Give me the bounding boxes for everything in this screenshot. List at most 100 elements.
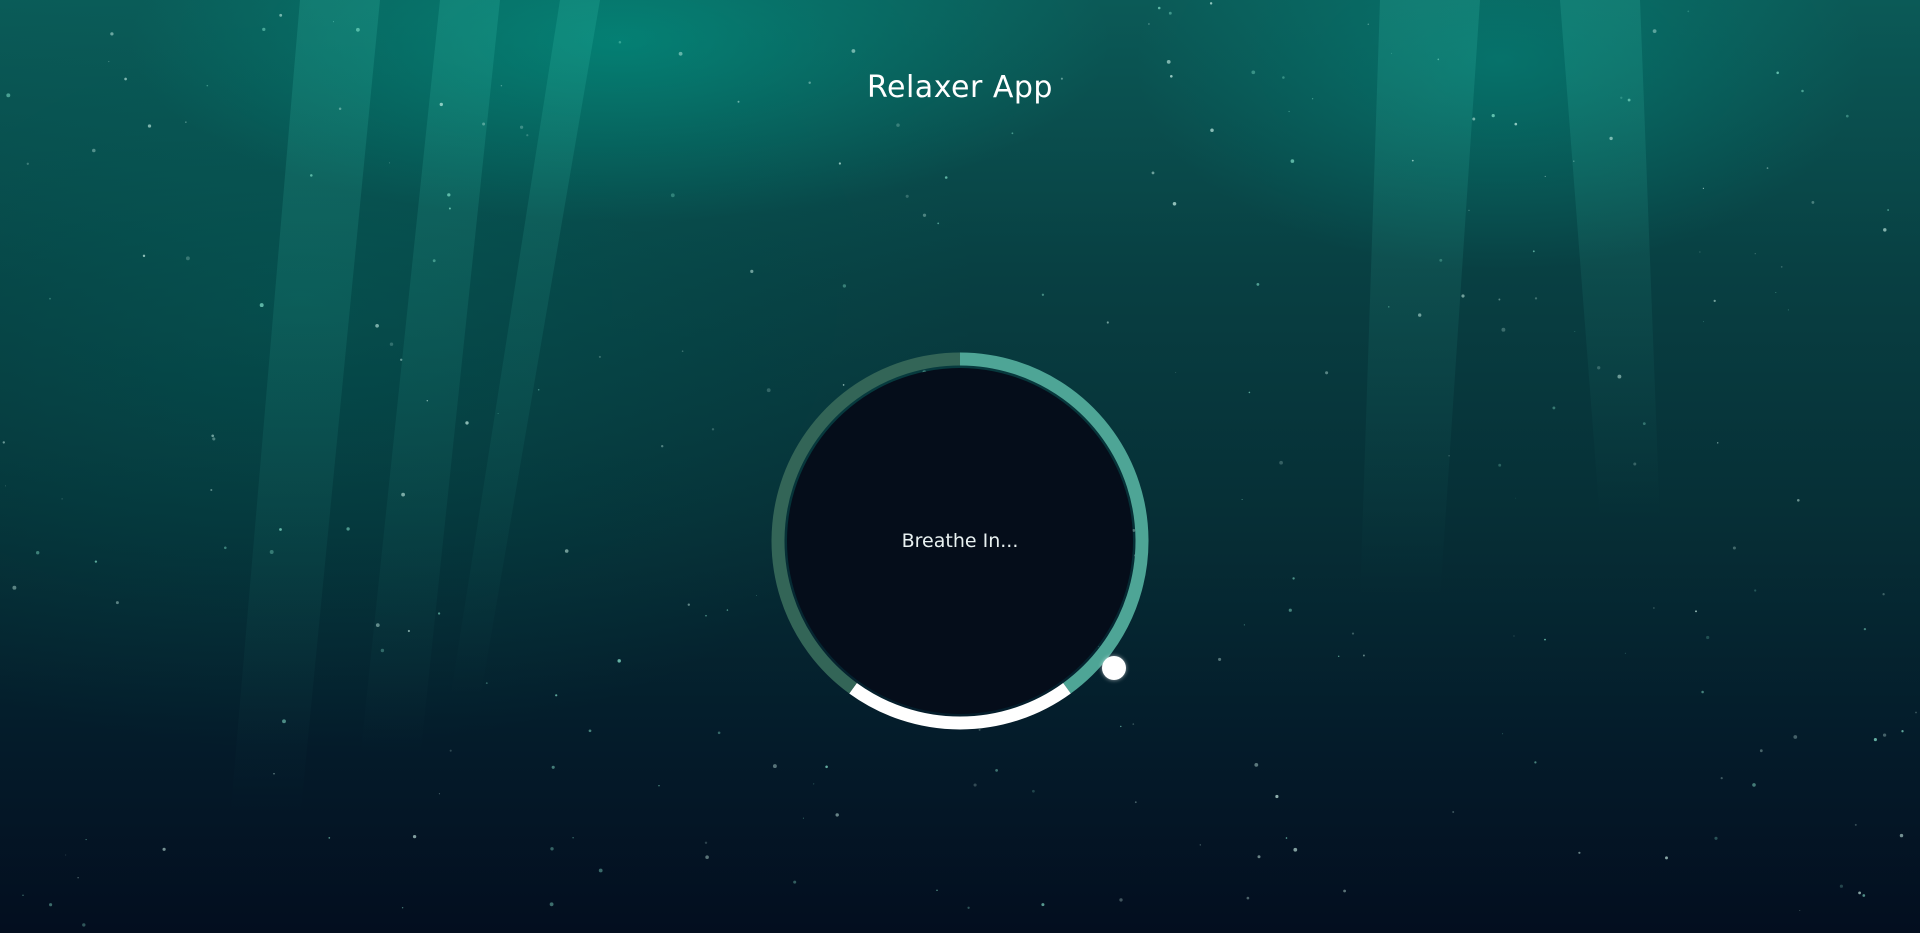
particle (61, 498, 63, 500)
breathing-status-text: Breathe In... (901, 530, 1019, 552)
particle (1887, 209, 1889, 211)
particle (937, 222, 940, 225)
particle (1642, 422, 1646, 426)
particle (1337, 655, 1340, 658)
particle (1811, 200, 1815, 204)
particle (1292, 577, 1295, 580)
particle (750, 269, 754, 273)
particle (110, 32, 114, 36)
particle (1175, 372, 1177, 373)
particle (1854, 823, 1857, 826)
particle (1534, 761, 1537, 764)
particle (85, 839, 87, 841)
particle (356, 27, 360, 32)
particle (1706, 635, 1710, 640)
particle (678, 51, 683, 56)
particle (49, 297, 51, 300)
particle (1573, 160, 1575, 162)
particle (115, 601, 119, 605)
particle (1151, 171, 1155, 175)
particle (1501, 327, 1506, 332)
particle (1256, 282, 1260, 286)
particle (1532, 250, 1535, 253)
particle (1498, 298, 1501, 301)
particle (185, 121, 187, 123)
particle (375, 323, 379, 328)
particle (1168, 11, 1172, 15)
particle (1279, 460, 1283, 465)
breathing-circle-widget: Breathe In... (760, 341, 1160, 741)
particle (36, 551, 40, 555)
particle (1633, 462, 1637, 466)
particle (551, 765, 555, 769)
particle (407, 629, 411, 633)
particle (1411, 159, 1414, 162)
particle (328, 837, 331, 839)
breathing-core: Breathe In... (787, 368, 1133, 714)
particle (711, 428, 715, 431)
particle (1448, 455, 1450, 457)
particle (4, 485, 7, 487)
particle (332, 21, 334, 23)
particle (1915, 711, 1917, 714)
particle (617, 659, 621, 663)
particle (1702, 321, 1704, 323)
particle (1452, 811, 1455, 813)
particle (726, 609, 729, 611)
particle (1288, 608, 1292, 612)
particle (755, 595, 757, 596)
particle (835, 813, 839, 817)
particle (211, 434, 215, 438)
particle (519, 125, 524, 129)
particle (1720, 777, 1723, 780)
particle (1472, 117, 1476, 121)
particle (572, 837, 574, 839)
particle (380, 648, 385, 653)
particle (94, 560, 98, 563)
particle (1147, 23, 1150, 25)
particle (550, 847, 554, 851)
particle (432, 259, 436, 263)
particle (338, 107, 342, 111)
particle (438, 793, 440, 795)
particle (1119, 898, 1123, 902)
particle (661, 445, 664, 448)
particle (598, 355, 601, 358)
particle (485, 682, 488, 684)
particle (1839, 884, 1843, 888)
particle (1362, 654, 1365, 657)
particle (1351, 632, 1355, 635)
particle (1652, 29, 1657, 33)
particle (813, 783, 815, 785)
particle (259, 303, 264, 308)
particle (1544, 175, 1546, 177)
particle (1653, 607, 1655, 609)
particle (465, 421, 469, 425)
particle (838, 162, 842, 165)
particle (1701, 690, 1704, 694)
particle (1882, 593, 1885, 596)
particle (497, 412, 499, 414)
app-background: Relaxer App Breathe In... (0, 0, 1920, 933)
particle (185, 256, 190, 261)
particle (1209, 2, 1213, 5)
particle (1218, 657, 1222, 661)
particle (537, 389, 540, 391)
particle (1882, 733, 1887, 737)
particle (1290, 159, 1295, 163)
particle (1325, 371, 1329, 375)
particle (944, 176, 948, 179)
particle (670, 193, 675, 198)
particle (1687, 10, 1690, 13)
particle (564, 549, 569, 553)
particle (82, 923, 86, 927)
particle (1041, 293, 1045, 296)
particle (1716, 442, 1719, 444)
particle (1491, 113, 1495, 118)
particle (598, 868, 603, 873)
particle (705, 855, 709, 859)
particle (1106, 321, 1109, 324)
particle (549, 902, 554, 907)
particle (851, 49, 856, 53)
particle (1502, 733, 1504, 735)
